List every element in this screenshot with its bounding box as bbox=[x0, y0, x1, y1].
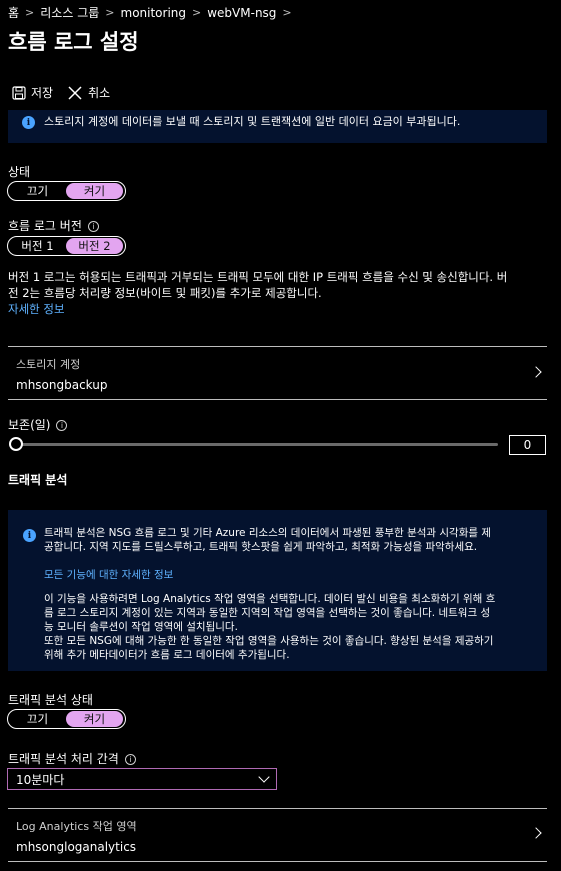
info-line: 이 기능을 사용하려면 Log Analytics 작업 영역을 선택합니다. … bbox=[44, 593, 496, 605]
retention-label: 보존(일) i bbox=[8, 416, 68, 433]
traffic-analytics-on-option[interactable]: 켜기 bbox=[66, 711, 123, 727]
version-description-line-2: 전 2는 흐름당 처리량 정보(바이트 및 패킷)를 추가로 제공합니다. bbox=[8, 286, 322, 300]
info-line: 능 모니터 솔루션이 작업 영역에 설치됩니다. bbox=[44, 621, 238, 633]
status-off-option[interactable]: 끄기 bbox=[9, 183, 66, 199]
retention-label-text: 보존(일) bbox=[8, 418, 51, 432]
chevron-right-icon bbox=[530, 366, 542, 378]
info-icon: i bbox=[23, 529, 36, 542]
retention-slider-track[interactable] bbox=[12, 443, 498, 446]
version-1-option[interactable]: 버전 1 bbox=[9, 238, 66, 254]
divider bbox=[8, 861, 547, 862]
flow-log-version-toggle[interactable]: 버전 1 버전 2 bbox=[7, 236, 126, 256]
breadcrumb-webvm-nsg[interactable]: webVM-nsg bbox=[207, 6, 276, 20]
traffic-analytics-info-content: 트래픽 분석은 NSG 흐름 로그 및 기타 Azure 리소스의 데이터에서 … bbox=[44, 526, 544, 662]
page-title: 흐름 로그 설정 bbox=[8, 30, 139, 54]
cancel-button[interactable]: 취소 bbox=[67, 84, 110, 101]
breadcrumb-monitoring[interactable]: monitoring bbox=[121, 6, 187, 20]
chevron-right-icon: > bbox=[25, 6, 35, 19]
info-line: 또한 모든 NSG에 대해 가능한 한 동일한 작업 영역을 사용하는 것이 좋… bbox=[44, 635, 494, 647]
processing-interval-label-text: 트래픽 분석 처리 간격 bbox=[8, 752, 119, 766]
storage-cost-info-text: 스토리지 계정에 데이터를 보낼 때 스토리지 및 트랜잭션에 일반 데이터 요… bbox=[44, 115, 461, 128]
breadcrumb: 홈 > 리소스 그룹 > monitoring > webVM-nsg > bbox=[8, 4, 298, 21]
storage-account-selector[interactable]: 스토리지 계정 mhsongbackup bbox=[8, 347, 547, 399]
storage-cost-info-bar: i 스토리지 계정에 데이터를 보낼 때 스토리지 및 트랜잭션에 일반 데이터… bbox=[8, 110, 547, 143]
version-2-option[interactable]: 버전 2 bbox=[66, 238, 123, 254]
log-analytics-workspace-label: Log Analytics 작업 영역 bbox=[16, 820, 137, 833]
info-circle-icon[interactable]: i bbox=[124, 754, 136, 765]
info-icon: i bbox=[22, 116, 35, 129]
divider bbox=[8, 399, 547, 400]
info-circle-icon[interactable]: i bbox=[87, 221, 99, 232]
processing-interval-label: 트래픽 분석 처리 간격 i bbox=[8, 750, 136, 767]
info-line: 공합니다. 지역 지도를 드릴스루하고, 트래픽 핫스팟을 쉽게 파악하고, 최… bbox=[44, 541, 478, 553]
command-bar: 저장 취소 bbox=[12, 84, 124, 101]
cancel-label: 취소 bbox=[88, 86, 111, 100]
status-toggle[interactable]: 끄기 켜기 bbox=[7, 181, 126, 201]
close-icon bbox=[68, 85, 82, 100]
breadcrumb-home[interactable]: 홈 bbox=[8, 4, 19, 21]
traffic-analytics-status-label: 트래픽 분석 상태 bbox=[8, 693, 93, 707]
learn-more-link[interactable]: 자세한 정보 bbox=[8, 301, 556, 317]
chevron-right-icon: > bbox=[192, 6, 202, 19]
status-label: 상태 bbox=[8, 165, 31, 179]
status-on-option[interactable]: 켜기 bbox=[66, 183, 123, 199]
chevron-right-icon: > bbox=[105, 6, 115, 19]
version-description: 버전 1 로그는 허용되는 트래픽과 거부되는 트래픽 모두에 대한 IP 트래… bbox=[8, 269, 556, 317]
version-description-line-1: 버전 1 로그는 허용되는 트래픽과 거부되는 트래픽 모두에 대한 IP 트래… bbox=[8, 270, 508, 284]
log-analytics-workspace-value: mhsongloganalytics bbox=[16, 840, 137, 854]
flow-log-version-label: 흐름 로그 버전 i bbox=[8, 217, 99, 234]
storage-account-label: 스토리지 계정 bbox=[16, 358, 81, 371]
processing-interval-dropdown[interactable]: 10분마다 bbox=[7, 768, 277, 790]
traffic-analytics-info-box: i 트래픽 분석은 NSG 흐름 로그 및 기타 Azure 리소스의 데이터에… bbox=[8, 510, 547, 671]
log-analytics-workspace-selector[interactable]: Log Analytics 작업 영역 mhsongloganalytics bbox=[8, 809, 547, 861]
retention-slider-thumb[interactable] bbox=[9, 437, 23, 451]
info-circle-icon[interactable]: i bbox=[56, 420, 68, 431]
flow-log-version-label-text: 흐름 로그 버전 bbox=[8, 219, 82, 233]
retention-input[interactable]: 0 bbox=[509, 435, 546, 455]
processing-interval-value: 10분마다 bbox=[16, 772, 65, 787]
save-button[interactable]: 저장 bbox=[12, 84, 53, 101]
info-line: 름 로그 스토리지 계정이 있는 지역과 동일한 지역의 작업 영역을 선택하는… bbox=[44, 607, 491, 619]
chevron-right-icon: > bbox=[282, 6, 292, 19]
chevron-down-icon bbox=[258, 771, 270, 783]
traffic-analytics-status-toggle[interactable]: 끄기 켜기 bbox=[7, 709, 126, 729]
save-icon bbox=[12, 85, 26, 100]
breadcrumb-resource-groups[interactable]: 리소스 그룹 bbox=[40, 4, 99, 21]
traffic-analytics-off-option[interactable]: 끄기 bbox=[9, 711, 66, 727]
traffic-analytics-heading: 트래픽 분석 bbox=[8, 473, 68, 487]
storage-account-value: mhsongbackup bbox=[16, 378, 108, 392]
info-line: 위해 추가 메타데이터가 흐름 로그 데이터에 추가됩니다. bbox=[44, 649, 290, 661]
chevron-right-icon bbox=[530, 827, 542, 839]
save-label: 저장 bbox=[31, 86, 54, 100]
all-features-link[interactable]: 모든 기능에 대한 자세한 정보 bbox=[44, 568, 544, 582]
info-line: 트래픽 분석은 NSG 흐름 로그 및 기타 Azure 리소스의 데이터에서 … bbox=[44, 527, 492, 539]
